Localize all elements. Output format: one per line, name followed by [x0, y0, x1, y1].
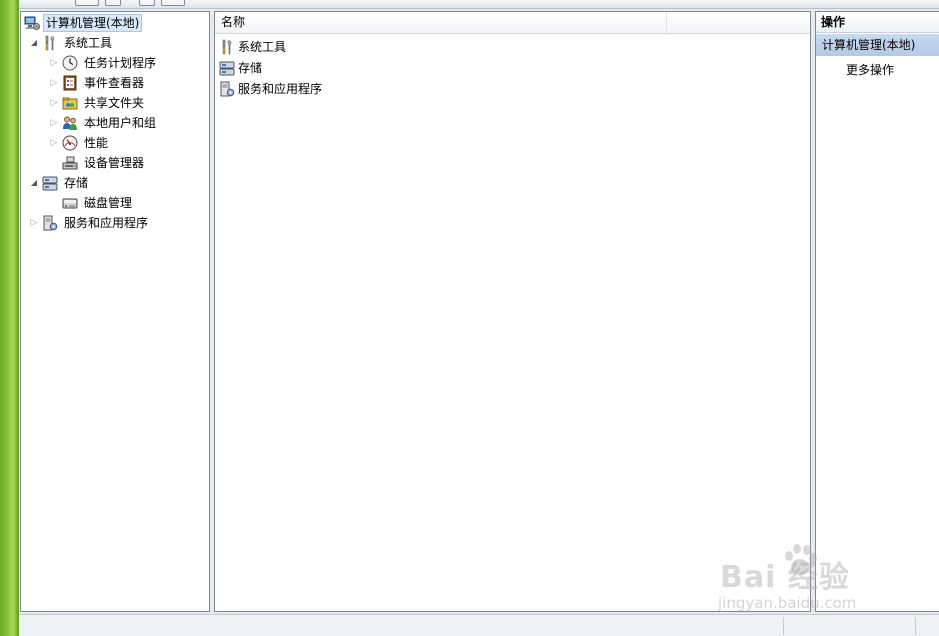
expand-arrow-icon[interactable]: ▷: [48, 117, 60, 129]
toolbar-button-properties[interactable]: [139, 0, 155, 6]
tree-label: 设备管理器: [84, 156, 145, 170]
actions-header: 操作: [816, 12, 939, 33]
system-tools-icon: [219, 39, 235, 55]
content-list[interactable]: 名称 系统工具 存储 服务和应用程序: [214, 11, 811, 612]
toolbar-button-show-hide[interactable]: [105, 0, 121, 6]
status-separator: [783, 617, 784, 635]
services-icon: [219, 81, 235, 97]
tree-label: 性能: [84, 136, 109, 150]
event-viewer-icon: [62, 75, 78, 91]
storage-icon: [42, 175, 58, 191]
expand-arrow-icon[interactable]: ▷: [48, 137, 60, 149]
tree-item-services-apps[interactable]: ▷ 服务和应用程序: [28, 214, 151, 232]
expand-arrow-icon[interactable]: ▷: [48, 97, 60, 109]
status-bar: [19, 614, 939, 636]
collapse-arrow-icon[interactable]: ◢: [28, 37, 40, 49]
status-separator: [915, 617, 916, 635]
tree-label: 共享文件夹: [84, 96, 145, 110]
tree-label: 本地用户和组: [84, 116, 157, 130]
desktop-background: [0, 0, 19, 636]
computer-management-icon: [24, 15, 40, 31]
navigation-tree[interactable]: 计算机管理(本地) ◢ 系统工具 ▷ 任务计划程序 ▷ 事件查看器 ▷ 共享文件…: [20, 11, 210, 612]
tree-label: 计算机管理(本地): [43, 14, 143, 32]
more-actions-link[interactable]: 更多操作: [846, 60, 894, 80]
disk-management-icon: [62, 195, 78, 211]
tree-label: 存储: [64, 176, 89, 190]
expand-arrow-icon[interactable]: ▷: [28, 217, 40, 229]
storage-icon: [219, 60, 235, 76]
toolbar-button-help[interactable]: [161, 0, 185, 6]
toolbar-button-up[interactable]: [75, 0, 99, 6]
tree-label: 任务计划程序: [84, 56, 157, 70]
tree-item-shared-folders[interactable]: ▷ 共享文件夹: [48, 94, 147, 112]
app-root: 计算机管理(本地) ◢ 系统工具 ▷ 任务计划程序 ▷ 事件查看器 ▷ 共享文件…: [0, 0, 939, 636]
column-header-empty[interactable]: [667, 12, 810, 33]
tree-item-task-scheduler[interactable]: ▷ 任务计划程序: [48, 54, 159, 72]
actions-group-computer-management[interactable]: 计算机管理(本地): [816, 34, 939, 56]
local-users-icon: [62, 115, 78, 131]
tree-label: 磁盘管理: [84, 196, 133, 210]
tree-item-storage[interactable]: ◢ 存储: [28, 174, 91, 192]
column-header-name[interactable]: 名称: [215, 12, 667, 33]
device-manager-icon: [62, 155, 78, 171]
tree-label: 事件查看器: [84, 76, 145, 90]
tree-item-performance[interactable]: ▷ 性能: [48, 134, 111, 152]
expand-arrow-icon[interactable]: ▷: [48, 57, 60, 69]
collapse-arrow-icon[interactable]: ◢: [28, 177, 40, 189]
performance-icon: [62, 135, 78, 151]
list-item[interactable]: 存储: [219, 58, 262, 78]
tree-label: 系统工具: [64, 36, 113, 50]
expand-arrow-icon[interactable]: ▷: [48, 77, 60, 89]
computer-management-window: 计算机管理(本地) ◢ 系统工具 ▷ 任务计划程序 ▷ 事件查看器 ▷ 共享文件…: [19, 0, 939, 636]
tree-item-disk-management[interactable]: 磁盘管理: [48, 194, 135, 212]
list-item[interactable]: 服务和应用程序: [219, 79, 322, 99]
task-scheduler-icon: [62, 55, 78, 71]
tree-item-system-tools[interactable]: ◢ 系统工具: [28, 34, 115, 52]
tree-item-computer-management[interactable]: 计算机管理(本地): [24, 14, 143, 32]
shared-folders-icon: [62, 95, 78, 111]
list-item-label: 存储: [238, 61, 263, 75]
list-item-label: 服务和应用程序: [238, 82, 323, 96]
services-icon: [42, 215, 58, 231]
tree-item-local-users[interactable]: ▷ 本地用户和组: [48, 114, 159, 132]
tree-item-device-manager[interactable]: 设备管理器: [48, 154, 147, 172]
actions-pane: 操作 计算机管理(本地) 更多操作: [815, 11, 939, 612]
tree-label: 服务和应用程序: [64, 216, 149, 230]
tree-item-event-viewer[interactable]: ▷ 事件查看器: [48, 74, 147, 92]
list-header: 名称: [215, 12, 810, 34]
list-item-label: 系统工具: [238, 40, 287, 54]
toolbar: [19, 0, 939, 9]
list-item[interactable]: 系统工具: [219, 37, 286, 57]
system-tools-icon: [42, 35, 58, 51]
